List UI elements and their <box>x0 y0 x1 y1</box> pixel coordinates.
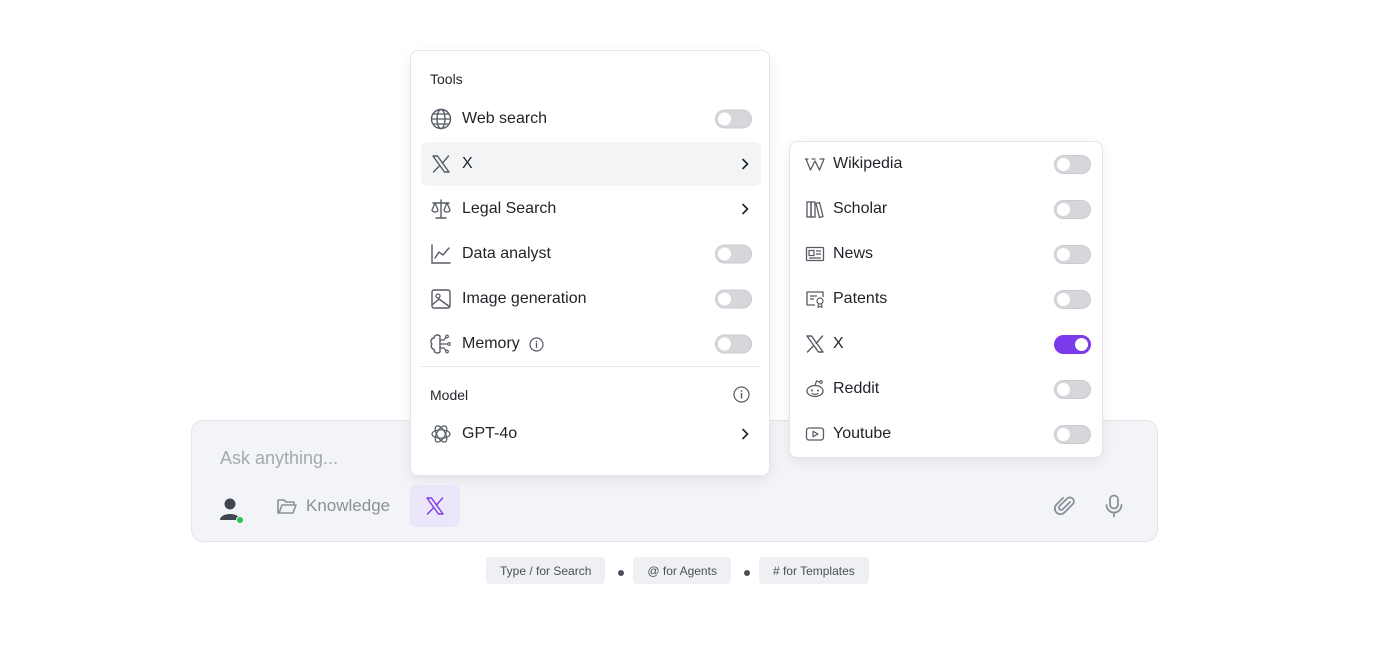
news-toggle[interactable] <box>1054 245 1091 264</box>
shortcut-hints: Type / for Search @ for Agents # for Tem… <box>486 557 869 584</box>
info-icon[interactable] <box>529 336 544 352</box>
source-reddit[interactable]: Reddit <box>790 367 1104 411</box>
patents-toggle[interactable] <box>1054 290 1091 309</box>
x-logo-icon <box>426 497 444 515</box>
source-label: X <box>833 335 844 352</box>
folder-open-icon <box>277 499 297 514</box>
source-wikipedia[interactable]: Wikipedia <box>790 142 1104 186</box>
hint-search: Type / for Search <box>486 557 606 584</box>
tool-web-search[interactable]: Web search <box>421 97 761 141</box>
menu-divider <box>421 366 761 367</box>
x-sources-submenu: Wikipedia Scholar News Patents X Reddit … <box>789 141 1103 458</box>
openai-logo-icon <box>430 423 452 445</box>
microphone-icon <box>1105 494 1123 518</box>
source-label: Patents <box>833 290 888 307</box>
source-label: Wikipedia <box>833 155 903 172</box>
source-label: Reddit <box>833 380 880 397</box>
tool-label: Legal Search <box>462 200 557 217</box>
x-logo-icon <box>805 334 825 354</box>
reddit-icon <box>805 379 825 399</box>
youtube-icon <box>805 424 825 444</box>
hint-agents: @ for Agents <box>633 557 731 584</box>
tool-label: X <box>462 155 473 172</box>
chart-line-icon <box>430 243 452 265</box>
image-icon <box>430 288 452 310</box>
memory-toggle[interactable] <box>715 334 752 354</box>
hint-templates: # for Templates <box>758 557 869 584</box>
books-icon <box>805 199 825 219</box>
agent-avatar-button[interactable] <box>219 497 244 524</box>
x-logo-icon <box>430 153 452 175</box>
reddit-toggle[interactable] <box>1054 380 1091 399</box>
source-x[interactable]: X <box>790 322 1104 366</box>
source-scholar[interactable]: Scholar <box>790 187 1104 231</box>
tool-label: Image generation <box>462 290 587 307</box>
chevron-right-icon <box>738 427 752 441</box>
microphone-button[interactable] <box>1101 493 1127 519</box>
knowledge-button[interactable]: Knowledge <box>276 491 390 521</box>
tool-image-generation[interactable]: Image generation <box>421 277 761 321</box>
chevron-right-icon <box>738 157 752 171</box>
source-youtube[interactable]: Youtube <box>790 412 1104 456</box>
page: Ask anything... Knowledge Type / for Sea… <box>0 0 1393 663</box>
hint-separator <box>618 569 625 576</box>
newspaper-icon <box>805 244 825 264</box>
youtube-toggle[interactable] <box>1054 425 1091 444</box>
model-label: GPT-4o <box>462 425 518 442</box>
hint-separator <box>743 569 750 576</box>
source-label: News <box>833 245 874 262</box>
model-heading: Model <box>430 387 469 403</box>
image-generation-toggle[interactable] <box>715 289 752 309</box>
globe-icon <box>430 108 452 130</box>
online-status-dot <box>236 516 244 524</box>
tool-memory[interactable]: Memory <box>421 322 761 366</box>
x-toggle[interactable] <box>1054 335 1091 354</box>
tool-data-analyst[interactable]: Data analyst <box>421 232 761 276</box>
composer-toolbar: Knowledge <box>192 485 1157 527</box>
model-selector[interactable]: GPT-4o <box>421 412 761 456</box>
tool-legal-search[interactable]: Legal Search <box>421 187 761 231</box>
tool-x[interactable]: X <box>421 142 761 186</box>
tool-label: Memory <box>462 335 520 352</box>
data-analyst-toggle[interactable] <box>715 244 752 264</box>
model-info-icon[interactable] <box>733 386 750 403</box>
certificate-icon <box>805 289 825 309</box>
paperclip-icon <box>1053 496 1075 516</box>
source-patents[interactable]: Patents <box>790 277 1104 321</box>
knowledge-label: Knowledge <box>306 496 391 515</box>
scales-icon <box>430 198 452 220</box>
web-search-toggle[interactable] <box>715 109 752 129</box>
scholar-toggle[interactable] <box>1054 200 1091 219</box>
wikipedia-icon <box>805 154 825 174</box>
active-x-tool-chip[interactable] <box>410 485 460 527</box>
tools-menu: Tools Web search X Legal Search Data ana… <box>410 50 770 476</box>
attach-button[interactable] <box>1052 493 1078 519</box>
chevron-right-icon <box>738 202 752 216</box>
tools-heading: Tools <box>430 71 463 87</box>
source-label: Scholar <box>833 200 888 217</box>
tool-label: Data analyst <box>462 245 551 262</box>
message-input[interactable]: Ask anything... <box>220 448 338 469</box>
brain-icon <box>430 333 452 355</box>
wikipedia-toggle[interactable] <box>1054 155 1091 174</box>
tool-label: Web search <box>462 110 548 127</box>
source-label: Youtube <box>833 425 892 442</box>
source-news[interactable]: News <box>790 232 1104 276</box>
